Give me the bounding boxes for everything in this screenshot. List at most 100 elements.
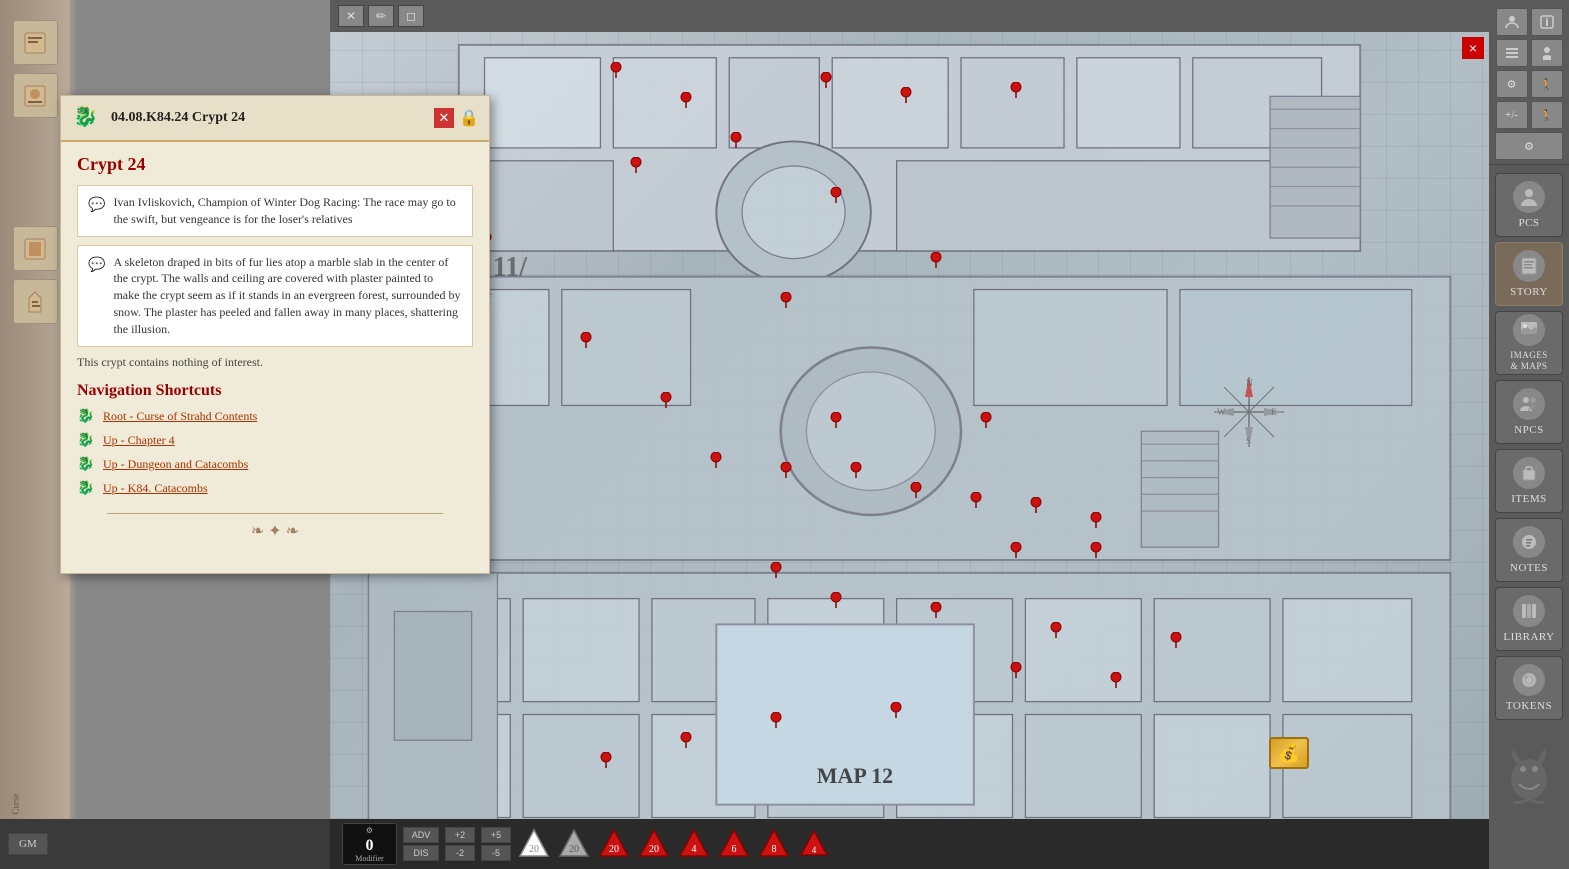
die-pyramid-red[interactable]: 4 [797,827,831,861]
toolbar-list-icon[interactable] [1496,39,1528,67]
nav-link-dungeon[interactable]: 🐉 Up - Dungeon and Catacombs [77,456,473,474]
map-pin[interactable] [780,292,792,313]
map-pin[interactable] [900,87,912,108]
map-pin[interactable] [1050,622,1062,643]
card-header-title: 04.08.K84.24 Crypt 24 [111,110,245,126]
left-sidebar-item-4[interactable] [13,279,58,324]
map-pin[interactable] [930,252,942,273]
die-d20-red-3[interactable]: 4 [677,827,711,861]
gm-button[interactable]: GM [8,833,48,855]
map-background: N S E W AP 11/ ders of men MAP 12 💰 × [330,32,1489,819]
map-pin[interactable] [1010,542,1022,563]
nav-link-chapter4-text[interactable]: Up - Chapter 4 [103,433,175,448]
left-sidebar-item-2[interactable] [13,73,58,118]
map-pin[interactable] [850,462,862,483]
nav-section-title: Navigation Shortcuts [77,382,473,400]
card-description-block: 💬 A skeleton draped in bits of fur lies … [77,245,473,347]
sidebar-btn-npcs[interactable]: NPCs [1495,380,1563,444]
die-d20-red-1[interactable]: 20 [597,827,631,861]
sidebar-btn-images-maps[interactable]: Images& Maps [1495,311,1563,375]
map-pin[interactable] [1090,512,1102,533]
toolbar-info-icon[interactable] [1531,8,1563,36]
map-pin[interactable] [980,412,992,433]
plus2-button[interactable]: +2 [445,827,475,843]
map-pin[interactable] [780,462,792,483]
sidebar-btn-story[interactable]: STory [1495,242,1563,306]
card-close-button[interactable]: ✕ [434,108,454,128]
map-pin[interactable] [600,752,612,773]
toolbar-users-icon[interactable] [1496,8,1528,36]
map-pin[interactable] [1010,82,1022,103]
dis-button[interactable]: DIS [403,845,439,861]
nav-link-root-text[interactable]: Root - Curse of Strahd Contents [103,409,257,424]
modifier-value: 0 [366,838,374,854]
map-pin[interactable] [830,412,842,433]
map-pin[interactable] [1010,662,1022,683]
die-d20-red-2[interactable]: 20 [637,827,671,861]
map-pin[interactable] [660,392,672,413]
map-pin[interactable] [730,132,742,153]
toolbar-cursor-btn[interactable]: ✕ [338,5,364,27]
die-d20-red-4[interactable]: 6 [717,827,751,861]
map-pin[interactable] [830,592,842,613]
toolbar-person-icon[interactable] [1531,39,1563,67]
map-area: N S E W AP 11/ ders of men MAP 12 💰 × [330,32,1489,819]
map-pin[interactable] [1110,672,1122,693]
svg-text:20: 20 [609,844,619,855]
map-pin[interactable] [930,602,942,623]
card-ornament: ❧ ✦ ❧ [77,521,473,541]
map-pin[interactable] [1170,632,1182,653]
sidebar-btn-notes[interactable]: Notes [1495,518,1563,582]
map-close-button[interactable]: × [1462,37,1484,59]
minus2-button[interactable]: -2 [445,845,475,861]
map-pin[interactable] [910,482,922,503]
die-d20-grey[interactable]: 20 [557,827,591,861]
map-pin[interactable] [710,452,722,473]
dragon-logo [1489,734,1569,814]
map-pin[interactable] [1030,497,1042,518]
map-pin[interactable] [970,492,982,513]
map-pin[interactable] [1090,542,1102,563]
toolbar-eraser-btn[interactable]: ◻ [398,5,424,27]
pcs-icon [1513,181,1545,213]
toolbar-gear-icon[interactable]: ⚙ [1496,70,1528,98]
map-pin[interactable] [680,732,692,753]
sidebar-btn-pcs[interactable]: PCs [1495,173,1563,237]
left-sidebar-item-3[interactable] [13,226,58,271]
adv-button[interactable]: ADV [403,827,439,843]
map-pin[interactable] [830,187,842,208]
sidebar-btn-tokens[interactable]: Tokens [1495,656,1563,720]
map-pin[interactable] [680,92,692,113]
map-pin[interactable] [770,562,782,583]
toolbar-minus-icon[interactable]: 🚶 [1531,101,1563,129]
map-pin[interactable] [580,332,592,353]
nav-link-dungeon-text[interactable]: Up - Dungeon and Catacombs [103,457,248,472]
map-pin[interactable] [890,702,902,723]
toolbar-pencil-btn[interactable]: ✏ [368,5,394,27]
plus5-button[interactable]: +5 [481,827,511,843]
story-icon [1513,250,1545,282]
nav-link-k84[interactable]: 🐉 Up - K84. Catacombs [77,480,473,498]
nav-link-chapter4[interactable]: 🐉 Up - Chapter 4 [77,432,473,450]
card-lock-icon[interactable]: 🔒 [459,108,479,128]
bonus-plus2-group: +2 -2 [445,827,475,861]
left-sidebar-item-1[interactable] [13,20,58,65]
map-pin[interactable] [820,72,832,93]
map-pin[interactable] [630,157,642,178]
map-pin[interactable] [770,712,782,733]
sidebar-btn-items[interactable]: Items [1495,449,1563,513]
sidebar-btn-library[interactable]: Library [1495,587,1563,651]
toolbar-plus-icon[interactable]: +/- [1496,101,1528,129]
map-pin[interactable] [610,62,622,78]
svg-text:S: S [1246,436,1251,446]
svg-text:6: 6 [732,844,737,855]
die-d20-red-5[interactable]: 8 [757,827,791,861]
gold-chest-token[interactable]: 💰 [1269,737,1309,769]
toolbar-settings-icon[interactable]: ⚙ [1495,132,1563,160]
die-d20-white[interactable]: 20 [517,827,551,861]
minus5-button[interactable]: -5 [481,845,511,861]
nav-dragon-icon-3: 🐉 [77,456,95,474]
nav-link-root[interactable]: 🐉 Root - Curse of Strahd Contents [77,408,473,426]
nav-link-k84-text[interactable]: Up - K84. Catacombs [103,481,208,496]
toolbar-figure-icon[interactable]: 🚶 [1531,70,1563,98]
